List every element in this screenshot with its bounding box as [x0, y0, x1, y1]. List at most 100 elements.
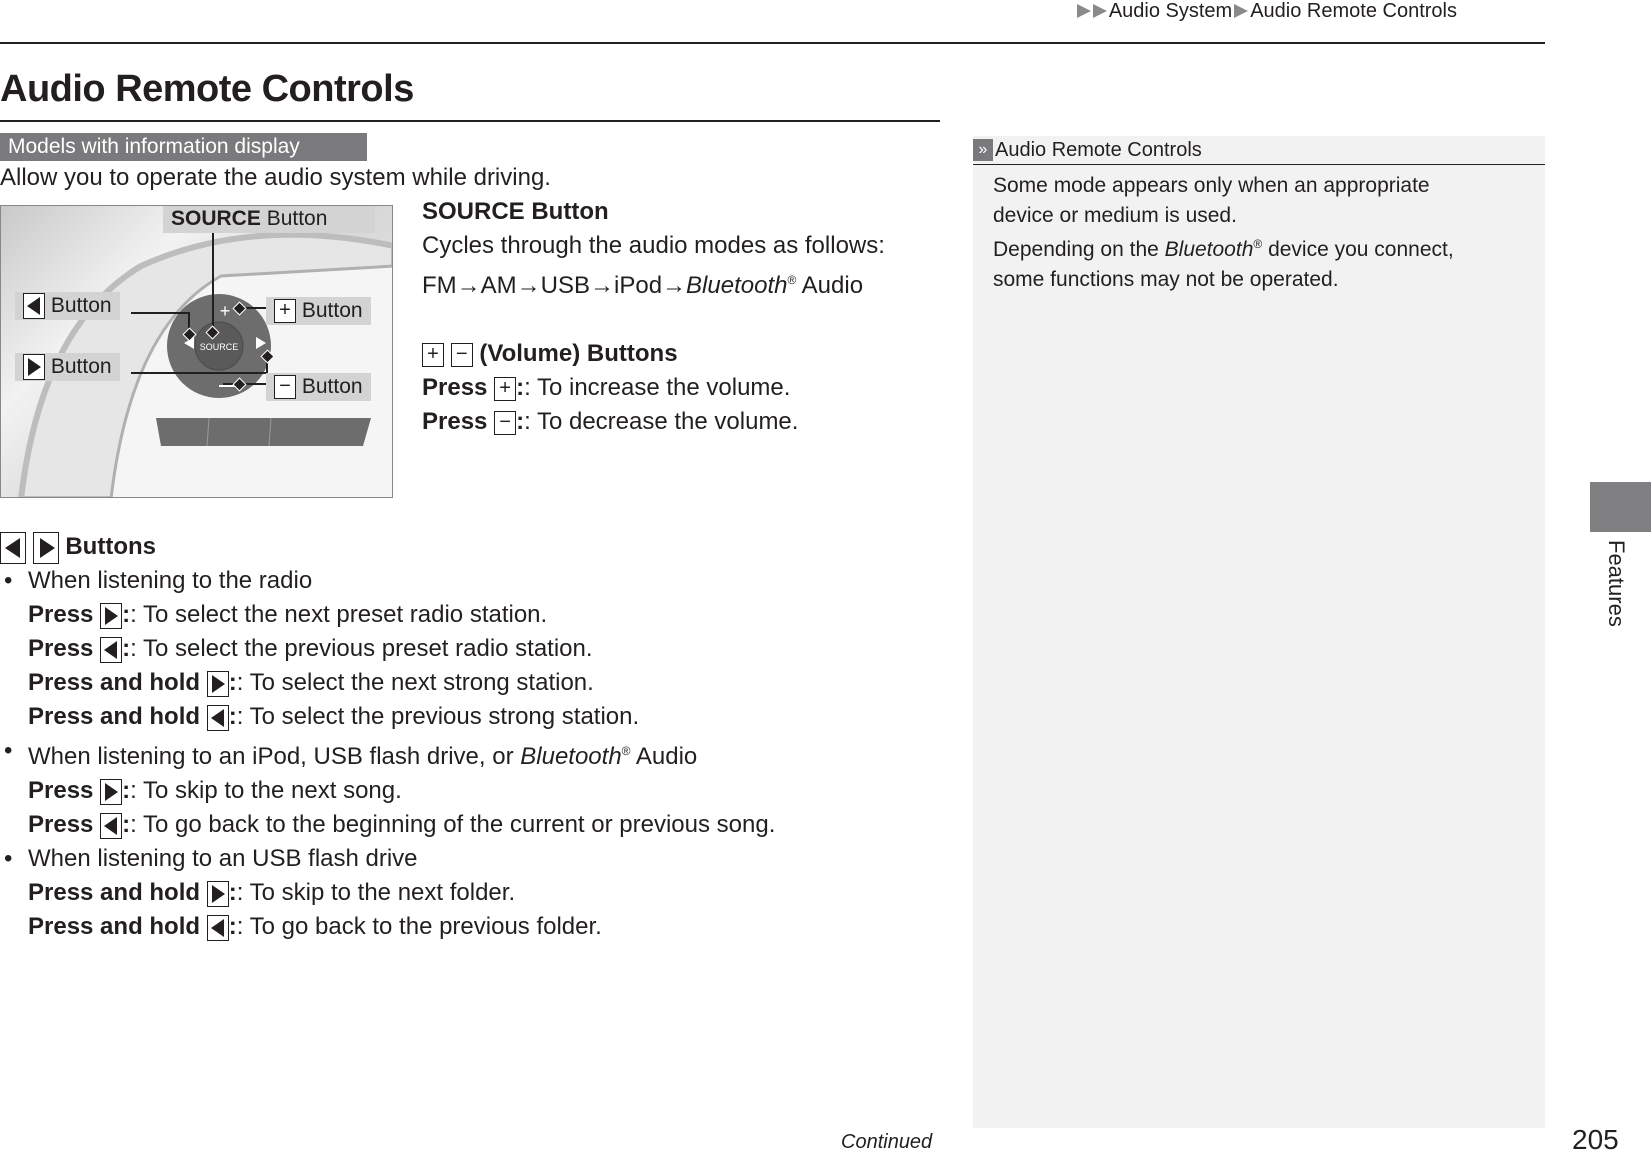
- instruction-text: : To select the next preset radio statio…: [130, 601, 548, 628]
- breadcrumb: Audio System Audio Remote Controls: [1076, 0, 1457, 22]
- registered-mark: ®: [787, 273, 797, 287]
- note-line: device or medium is used.: [993, 203, 1237, 227]
- double-chevron-right-icon: »: [973, 139, 993, 161]
- note-line: some functions may not be operated.: [993, 267, 1339, 291]
- triangle-right-icon: [23, 354, 45, 381]
- triangle-right-icon: [32, 531, 59, 564]
- heading-text: (Volume) Buttons: [479, 340, 678, 367]
- instruction-text: : To select the previous preset radio st…: [130, 635, 593, 662]
- triangle-right-icon: [100, 602, 123, 629]
- instruction-row: Press and hold :: To select the previous…: [28, 703, 640, 731]
- source-button-callout: SOURCE Button: [163, 206, 375, 233]
- next-button-callout: Button: [15, 353, 120, 381]
- instruction-text: : To go back to the beginning of the cur…: [130, 811, 776, 838]
- press-hold-label: Press and hold: [28, 669, 201, 696]
- bullet-usb: When listening to an USB flash drive: [0, 842, 900, 876]
- instruction-row: Press :: To select the previous preset r…: [28, 635, 593, 663]
- svg-text:+: +: [220, 301, 231, 321]
- instruction-row: Press and hold :: To select the next str…: [28, 669, 594, 697]
- instruction-text: : To select the previous strong station.: [236, 703, 640, 730]
- instruction-row: Press :: To skip to the next song.: [28, 777, 402, 805]
- minus-icon: −: [450, 342, 473, 367]
- breadcrumb-item[interactable]: Audio System: [1109, 0, 1232, 22]
- note-line: Some mode appears only when an appropria…: [993, 174, 1430, 197]
- continued-label: Continued: [841, 1131, 933, 1153]
- instruction-row: Press and hold :: To go back to the prev…: [28, 913, 602, 941]
- source-heading: SOURCE Button: [422, 198, 609, 225]
- plus-icon: +: [494, 376, 517, 401]
- cycle-end: Audio: [796, 272, 864, 299]
- instruction-text: : To skip to the next song.: [130, 777, 402, 804]
- triangle-left-icon: [100, 812, 123, 839]
- press-label: Press: [422, 408, 488, 435]
- instruction-row: Press and hold :: To skip to the next fo…: [28, 879, 516, 907]
- note-title[interactable]: Audio Remote Controls: [995, 136, 1202, 164]
- instruction-text: : To go back to the previous folder.: [236, 913, 602, 940]
- bullet-text: When listening to an iPod, USB flash dri…: [28, 743, 521, 770]
- center-label: SOURCE: [200, 342, 239, 352]
- triangle-left-icon: [206, 704, 229, 731]
- plus-icon: +: [422, 342, 444, 367]
- skip-buttons-section: Buttons When listening to the radio Pres…: [0, 530, 900, 944]
- press-label: Press: [28, 635, 94, 662]
- minus-icon: −: [494, 410, 517, 435]
- instruction-text: : To increase the volume.: [524, 374, 791, 401]
- instruction-row: Press :: To go back to the beginning of …: [28, 811, 776, 839]
- instruction-text: : To decrease the volume.: [524, 408, 799, 435]
- bullet-radio: When listening to the radio: [0, 564, 900, 598]
- cycle-text: FM→AM→USB→iPod→: [422, 272, 687, 299]
- title-divider: [0, 120, 940, 122]
- callout-label: Button: [301, 375, 363, 398]
- volume-heading: + − (Volume) Buttons: [422, 337, 942, 371]
- instruction-text: : To select the next strong station.: [236, 669, 594, 696]
- steering-controls-illustration: SOURCE +: [18, 230, 392, 497]
- source-description: Cycles through the audio modes as follow…: [422, 232, 885, 259]
- registered-mark: ®: [1253, 237, 1263, 251]
- triangle-right-icon: [1076, 4, 1091, 18]
- prev-button-callout: Button: [15, 292, 120, 320]
- volume-up-instruction: Press +:: To increase the volume.: [422, 374, 791, 401]
- bluetooth-text: Bluetooth: [1164, 238, 1254, 261]
- triangle-left-icon: [0, 531, 26, 564]
- triangle-left-icon: [23, 293, 45, 320]
- callout-label: Button: [260, 207, 328, 230]
- bluetooth-text: Bluetooth: [686, 272, 788, 299]
- note-header: » Audio Remote Controls: [973, 136, 1545, 165]
- note-body: Some mode appears only when an appropria…: [973, 165, 1545, 294]
- page-number: 205: [1572, 1124, 1619, 1155]
- instruction-text: : To skip to the next folder.: [236, 879, 516, 906]
- triangle-right-icon: [1234, 4, 1249, 18]
- press-label: Press: [422, 374, 488, 401]
- volume-down-callout: − Button: [266, 373, 371, 401]
- source-and-volume-section: SOURCE Button Cycles through the audio m…: [422, 195, 942, 439]
- steering-wheel-figure: SOURCE + SOURCE Button Button Button + B…: [0, 205, 393, 498]
- skip-heading: Buttons: [0, 530, 900, 564]
- instruction-row: Press :: To select the next preset radio…: [28, 601, 548, 629]
- press-label: Press: [28, 811, 94, 838]
- breadcrumb-item[interactable]: Audio Remote Controls: [1250, 0, 1457, 22]
- section-tab[interactable]: [1590, 482, 1651, 532]
- press-hold-label: Press and hold: [28, 703, 201, 730]
- heading-text: Buttons: [65, 533, 156, 560]
- callout-label-bold: SOURCE: [171, 207, 261, 230]
- bullet-text: Audio: [630, 743, 698, 770]
- plus-icon: +: [274, 299, 296, 324]
- triangle-right-icon: [100, 778, 123, 805]
- model-tag: Models with information display: [0, 133, 367, 161]
- page-title: Audio Remote Controls: [0, 68, 414, 110]
- header-divider: [0, 42, 1545, 44]
- section-tab-label: Features: [1604, 540, 1629, 627]
- sidebar-note: » Audio Remote Controls Some mode appear…: [973, 136, 1545, 1128]
- callout-label: Button: [50, 355, 112, 378]
- bluetooth-text: Bluetooth: [520, 743, 622, 770]
- volume-up-callout: + Button: [266, 297, 371, 325]
- press-label: Press: [28, 601, 94, 628]
- triangle-right-icon: [206, 670, 229, 697]
- intro-text: Allow you to operate the audio system wh…: [0, 164, 551, 191]
- press-hold-label: Press and hold: [28, 913, 201, 940]
- callout-label: Button: [301, 299, 363, 322]
- triangle-left-icon: [206, 914, 229, 941]
- source-cycle: FM→AM→USB→iPod→Bluetooth® Audio: [422, 263, 942, 303]
- triangle-right-icon: [1092, 4, 1107, 18]
- registered-mark: ®: [621, 744, 631, 758]
